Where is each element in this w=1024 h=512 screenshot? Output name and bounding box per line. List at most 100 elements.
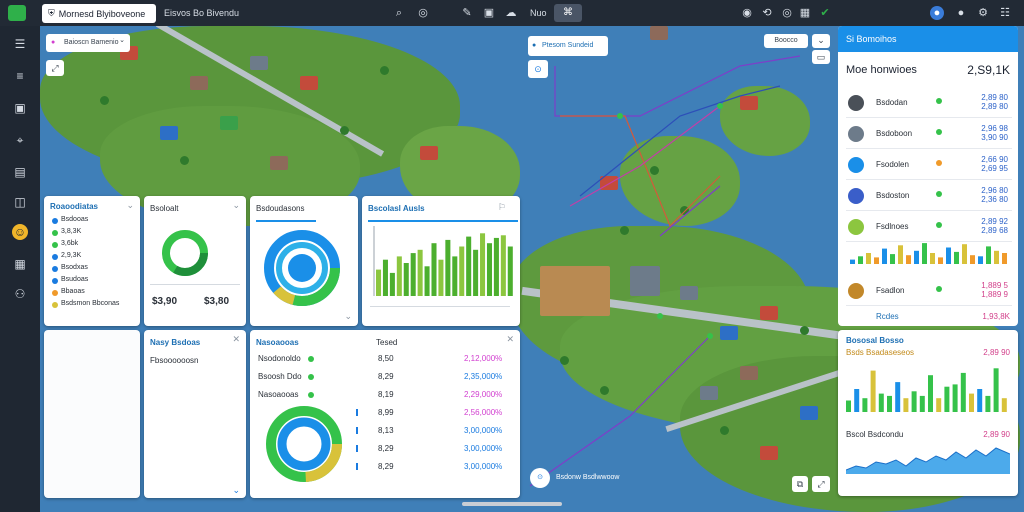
right-panel-row[interactable]: Bsdodan 2,89 80 2,89 80 xyxy=(846,88,1012,118)
right-panel-row[interactable]: Fsodolen 2,66 90 2,69 95 xyxy=(846,150,1012,180)
fullscreen-button[interactable]: ⧉ xyxy=(792,476,808,492)
tab-nuo[interactable]: Nuo xyxy=(530,8,547,18)
map-locate-button[interactable]: ⊙ xyxy=(528,60,548,78)
right-panel-subtitle: Moe honwioes xyxy=(846,64,917,76)
image-icon[interactable]: ▣ xyxy=(12,100,28,116)
chevron-down-icon[interactable]: ⌄ xyxy=(126,200,134,211)
mini-bar xyxy=(986,246,991,264)
check-icon[interactable]: ✔ xyxy=(818,6,832,20)
legend-item-label: Bsdsmon Bbconas xyxy=(61,300,120,307)
right-panel-row-val1: 2,96 98 xyxy=(981,124,1008,133)
swap-icon[interactable]: ⟲ xyxy=(760,6,774,20)
expand-button[interactable]: ⤢ xyxy=(46,60,64,76)
map-view-toggle[interactable]: ⌄ xyxy=(812,34,830,48)
right-panel-row-val2: 2,36 80 xyxy=(981,195,1008,204)
map-search-chip[interactable]: ⊙ Bsdonw Bsdlwwoow xyxy=(530,468,660,488)
bar xyxy=(376,269,382,296)
active-tool-tab[interactable]: ⌘ xyxy=(554,4,582,22)
right-panel-row-val2: 2,89 68 xyxy=(981,226,1008,235)
avatar xyxy=(848,219,864,235)
avatar xyxy=(848,283,864,299)
bar xyxy=(389,272,395,296)
chart-icon[interactable]: ▤ xyxy=(12,164,28,180)
legend-item-label: 3,6bk xyxy=(61,240,79,247)
bar xyxy=(1001,398,1007,412)
search-icon[interactable]: ⌕ xyxy=(392,6,406,20)
map-callout-label: Ptesom Sundeid xyxy=(542,42,594,49)
donut1-chart xyxy=(162,230,208,276)
bar xyxy=(480,233,486,296)
location-icon: ⊙ xyxy=(530,468,550,488)
map-callout[interactable]: ● Ptesom Sundeid xyxy=(528,36,608,56)
status-dot xyxy=(308,392,314,398)
legend-item-label: Bsdooas xyxy=(61,216,89,223)
bar xyxy=(936,398,942,412)
bar xyxy=(403,263,409,296)
camera-icon[interactable]: ◉ xyxy=(740,6,754,20)
pin-icon[interactable]: ⌖ xyxy=(12,132,28,148)
right-panel-row[interactable]: Fsdlnoes 2,89 92 2,89 68 xyxy=(846,212,1012,242)
mini-bar xyxy=(978,256,983,264)
bar xyxy=(887,395,892,412)
bar-panel: Bscolasl Ausls ⚐ xyxy=(362,196,520,326)
gamepad-icon[interactable]: ◎ xyxy=(416,6,430,20)
right-panel-row-val2: 2,89 80 xyxy=(981,102,1008,111)
tab-secondary[interactable]: Eisvos Bo Bivendu xyxy=(164,8,239,18)
chevron-down-icon[interactable]: ⌄ xyxy=(344,311,352,322)
wand-icon[interactable]: ✎ xyxy=(460,6,474,20)
bar xyxy=(993,368,999,412)
image-icon[interactable]: ▣ xyxy=(482,6,496,20)
bar xyxy=(410,253,416,296)
right-panel-last-row[interactable]: Fsadlon 1,889 5 1,889 9 xyxy=(846,276,1012,306)
right-panel-row[interactable]: Bsdoboon 2,96 98 3,90 90 xyxy=(846,119,1012,149)
bar-panel-footer-line xyxy=(370,306,510,307)
settings-icon[interactable]: ⚙ xyxy=(976,6,990,20)
right-panel-header: Si Bomoihos xyxy=(838,26,1018,52)
fit-button[interactable]: ⤢ xyxy=(812,476,830,492)
mini-bar xyxy=(898,245,903,264)
app-logo-icon[interactable] xyxy=(8,5,26,21)
mini-bar xyxy=(882,248,887,264)
status-dot xyxy=(936,222,942,228)
legend-panel: Roaoodiatas ⌄ Bsdooas 3,8,3K 3,6bk 2,9,3K Bs… xyxy=(44,196,140,326)
globe-icon[interactable]: ◎ xyxy=(780,6,794,20)
people-icon[interactable]: ⚇ xyxy=(12,286,28,302)
mini-bar xyxy=(954,251,959,264)
user-avatar-icon[interactable]: ● xyxy=(930,6,944,20)
right-bottom-line-value: 2,89 90 xyxy=(983,430,1010,439)
close-icon[interactable]: ✕ xyxy=(232,334,240,345)
chevron-down-icon[interactable]: ⌄ xyxy=(232,485,240,496)
legend-dot xyxy=(52,266,58,272)
help-icon[interactable]: ☷ xyxy=(998,6,1012,20)
top-bar: ⛨ Mornesd Blyiboveone Eisvos Bo Bivendu … xyxy=(0,0,1024,26)
smile-icon[interactable]: ☺ xyxy=(12,224,28,240)
map-view-button[interactable]: Boocco xyxy=(764,34,808,48)
bell-icon[interactable]: ● xyxy=(954,6,968,20)
legend-dot xyxy=(52,254,58,260)
tab-main[interactable]: ⛨ Mornesd Blyiboveone xyxy=(42,4,156,23)
mini-bar xyxy=(962,244,967,264)
list-icon[interactable]: ≡ xyxy=(12,68,28,84)
bookmark-icon[interactable]: ⚐ xyxy=(498,202,506,213)
right-bottom-bar-chart xyxy=(846,368,1007,412)
cloud-icon[interactable]: ☁ xyxy=(504,6,518,20)
right-panel-row[interactable]: Bsdoston 2,96 80 2,36 80 xyxy=(846,181,1012,211)
layers-icon[interactable]: ◫ xyxy=(12,194,28,210)
info-icon: ● xyxy=(532,42,537,49)
right-panel-row-val1: 2,89 80 xyxy=(981,93,1008,102)
grid-icon[interactable]: ▦ xyxy=(12,256,28,272)
menu-icon[interactable]: ☰ xyxy=(12,36,28,52)
table-row-percent: 2,29,000% xyxy=(464,390,503,399)
bar xyxy=(486,243,492,296)
grid-icon[interactable]: ▦ xyxy=(798,6,812,20)
map-layer-button[interactable]: ▭ xyxy=(812,50,830,64)
chevron-down-icon[interactable]: ⌄ xyxy=(232,200,240,211)
close-icon[interactable]: ✕ xyxy=(506,334,514,345)
horizontal-scrollbar[interactable] xyxy=(462,502,562,506)
donut1-value-b: $3,80 xyxy=(204,296,230,307)
table-row-percent: 3,00,000% xyxy=(464,426,503,435)
table-row-value: 8,13 xyxy=(378,426,394,435)
bar-panel-underline xyxy=(368,220,518,222)
right-stats-panel: Si Bomoihos Moe honwioes 2,S9,1K Fsadlon… xyxy=(838,26,1018,326)
map-filter-chip[interactable]: ● Baioscn Bamenio ⌄ xyxy=(46,34,130,52)
